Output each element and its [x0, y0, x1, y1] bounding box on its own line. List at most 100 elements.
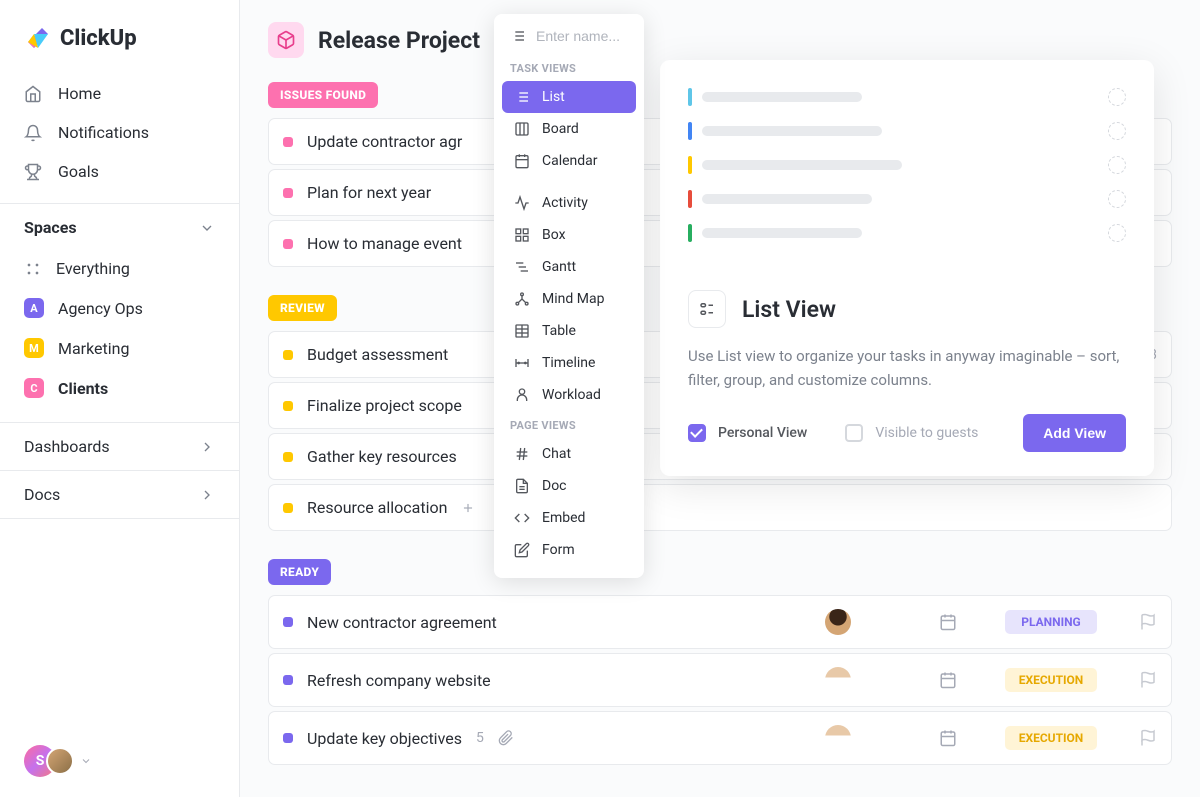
nav-home[interactable]: Home — [16, 74, 223, 113]
calendar-icon[interactable] — [939, 671, 957, 689]
option-label: Activity — [542, 195, 588, 211]
task-row[interactable]: Resource allocation — [268, 484, 1172, 531]
assignee-avatar[interactable] — [825, 609, 851, 635]
bell-icon — [24, 124, 42, 142]
task-status-badge[interactable]: EXECUTION — [1005, 668, 1097, 692]
task-status-badge[interactable]: EXECUTION — [1005, 726, 1097, 750]
grid-dots-icon — [24, 260, 42, 278]
option-label: Embed — [542, 510, 585, 526]
task-row[interactable]: Refresh company website EXECUTION — [268, 653, 1172, 707]
panel-title: List View — [742, 296, 836, 323]
task-status-dot — [283, 401, 293, 411]
option-label: Chat — [542, 446, 571, 462]
space-agency-ops[interactable]: A Agency Ops — [0, 288, 239, 328]
space-label: Marketing — [58, 339, 129, 358]
view-option-list[interactable]: List — [502, 81, 636, 113]
task-views-heading: TASK VIEWS — [502, 54, 636, 81]
view-option-calendar[interactable]: Calendar — [502, 145, 636, 177]
chevron-right-icon — [199, 487, 215, 503]
docs-row[interactable]: Docs — [0, 470, 239, 518]
list-view-icon — [688, 290, 726, 328]
sidebar: ClickUp Home Notifications Goals Spaces … — [0, 0, 240, 797]
task-status-dot — [283, 350, 293, 360]
preview-illustration — [688, 84, 1126, 276]
view-option-gantt[interactable]: Gantt — [502, 251, 636, 283]
nav-notifications-label: Notifications — [58, 123, 149, 142]
option-label: Gantt — [542, 259, 576, 275]
task-status-dot — [283, 239, 293, 249]
avatar-stack: S — [24, 745, 74, 777]
calendar-icon[interactable] — [939, 613, 957, 631]
panel-description: Use List view to organize your tasks in … — [688, 344, 1126, 392]
subtask-count: 5 — [476, 730, 484, 746]
dashboards-row[interactable]: Dashboards — [0, 422, 239, 470]
user-avatar-image — [46, 747, 74, 775]
flag-icon[interactable] — [1139, 671, 1157, 689]
board-icon — [514, 121, 530, 137]
spaces-header[interactable]: Spaces — [0, 204, 239, 249]
flag-icon[interactable] — [1139, 613, 1157, 631]
view-option-form[interactable]: Form — [502, 534, 636, 566]
task-row[interactable]: Update key objectives 5 EXECUTION — [268, 711, 1172, 765]
view-option-mindmap[interactable]: Mind Map — [502, 283, 636, 315]
view-option-chat[interactable]: Chat — [502, 438, 636, 470]
view-option-activity[interactable]: Activity — [502, 187, 636, 219]
trophy-icon — [24, 163, 42, 181]
gantt-icon — [514, 259, 530, 275]
section-tag-ready[interactable]: READY — [268, 559, 331, 585]
space-label: Agency Ops — [58, 299, 143, 318]
doc-icon — [514, 478, 530, 494]
view-option-doc[interactable]: Doc — [502, 470, 636, 502]
timeline-icon — [514, 355, 530, 371]
mindmap-icon — [514, 291, 530, 307]
option-label: Calendar — [542, 153, 598, 169]
task-status-dot — [283, 452, 293, 462]
table-icon — [514, 323, 530, 339]
personal-view-checkbox[interactable] — [688, 424, 706, 442]
view-option-box[interactable]: Box — [502, 219, 636, 251]
section-tag-issues[interactable]: ISSUES FOUND — [268, 82, 378, 108]
task-status-badge[interactable]: PLANNING — [1005, 610, 1097, 634]
space-badge: M — [24, 338, 44, 358]
task-status-dot — [283, 675, 293, 685]
code-icon — [514, 510, 530, 526]
option-label: Timeline — [542, 355, 595, 371]
view-option-timeline[interactable]: Timeline — [502, 347, 636, 379]
add-view-button[interactable]: Add View — [1023, 414, 1126, 452]
task-name: New contractor agreement — [307, 613, 811, 632]
view-name-input[interactable] — [536, 28, 628, 44]
space-everything[interactable]: Everything — [0, 249, 239, 288]
project-title: Release Project — [318, 27, 480, 54]
view-option-embed[interactable]: Embed — [502, 502, 636, 534]
attachment-icon[interactable] — [498, 730, 811, 746]
panel-header: List View — [688, 290, 1126, 328]
nav-goals-label: Goals — [58, 162, 99, 181]
space-clients[interactable]: C Clients — [0, 368, 239, 408]
activity-icon — [514, 195, 530, 211]
option-label: Mind Map — [542, 291, 604, 307]
nav-notifications[interactable]: Notifications — [16, 113, 223, 152]
section-tag-review[interactable]: REVIEW — [268, 295, 337, 321]
task-row[interactable]: New contractor agreement PLANNING — [268, 595, 1172, 649]
sidebar-footer[interactable]: S — [0, 725, 239, 797]
logo[interactable]: ClickUp — [0, 0, 239, 70]
list-icon — [510, 28, 526, 44]
space-marketing[interactable]: M Marketing — [0, 328, 239, 368]
task-name: Refresh company website — [307, 671, 811, 690]
nav-goals[interactable]: Goals — [16, 152, 223, 191]
space-label: Clients — [58, 379, 108, 398]
spaces-title: Spaces — [24, 218, 77, 237]
plus-icon[interactable] — [461, 501, 475, 515]
visible-guests-checkbox[interactable] — [845, 424, 863, 442]
task-status-dot — [283, 733, 293, 743]
view-option-board[interactable]: Board — [502, 113, 636, 145]
assignee-avatar[interactable] — [825, 667, 851, 693]
option-label: Box — [542, 227, 566, 243]
calendar-icon[interactable] — [939, 729, 957, 747]
grid-icon — [514, 227, 530, 243]
view-option-table[interactable]: Table — [502, 315, 636, 347]
assignee-avatar[interactable] — [825, 725, 851, 751]
flag-icon[interactable] — [1139, 729, 1157, 747]
view-option-workload[interactable]: Workload — [502, 379, 636, 411]
calendar-icon — [514, 153, 530, 169]
